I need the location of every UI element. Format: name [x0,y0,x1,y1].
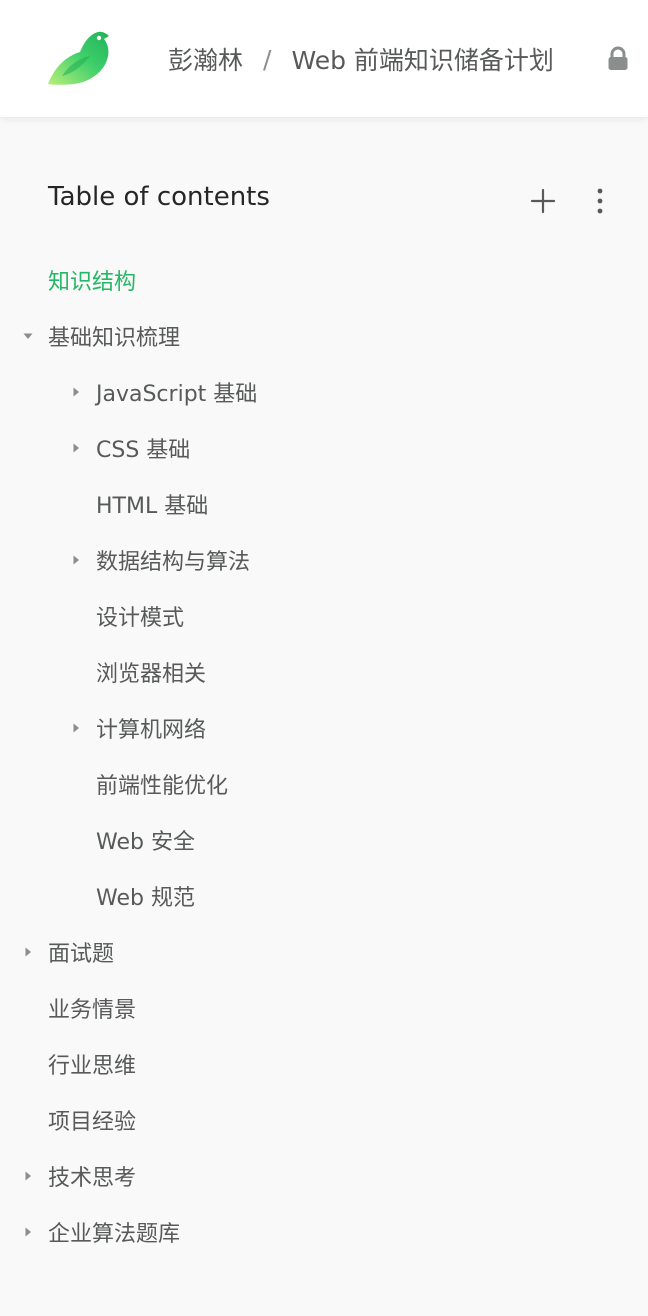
toc-item-label: 基础知识梳理 [48,326,181,351]
toc-item[interactable]: 前端性能优化 [0,756,648,812]
toc-item[interactable]: 基础知识梳理 [0,308,648,364]
plus-icon[interactable] [528,186,558,216]
breadcrumb: 彭瀚林 / Web 前端知识储备计划 [168,40,554,78]
toc-item[interactable]: 业务情景 [0,980,648,1036]
toc-item-label: 技术思考 [48,1166,137,1191]
toc-item[interactable]: JavaScript 基础 [0,364,648,420]
caret-right-icon[interactable] [22,1170,34,1182]
toc-item[interactable]: CSS 基础 [0,420,648,476]
caret-down-icon[interactable] [22,330,34,342]
toc-item-label: 知识结构 [48,270,137,295]
caret-right-icon[interactable] [22,1226,34,1238]
more-vertical-icon[interactable] [588,184,612,218]
toc-item[interactable]: 行业思维 [0,1036,648,1092]
caret-right-icon[interactable] [70,722,82,734]
top-bar: 彭瀚林 / Web 前端知识储备计划 [0,0,648,118]
toc-item[interactable]: HTML 基础 [0,476,648,532]
toc-item-label: Web 安全 [96,830,195,855]
toc-title: Table of contents [48,182,270,212]
toc-item-label: 数据结构与算法 [96,550,251,575]
toc-item-label: 设计模式 [96,606,185,631]
toc-item[interactable]: 企业算法题库 [0,1204,648,1260]
caret-right-icon[interactable] [22,946,34,958]
toc-item-label: JavaScript 基础 [96,382,258,407]
toc-item-label: 前端性能优化 [96,774,229,799]
toc-item[interactable]: 计算机网络 [0,700,648,756]
toc-item[interactable]: Web 安全 [0,812,648,868]
toc-item-label: 面试题 [48,942,115,967]
bird-logo-icon[interactable] [44,26,114,90]
toc-item[interactable]: 技术思考 [0,1148,648,1204]
toc-item[interactable]: 知识结构 [0,252,648,308]
toc-item[interactable]: 面试题 [0,924,648,980]
breadcrumb-user-link[interactable]: 彭瀚林 [168,41,243,77]
toc-item-label: 企业算法题库 [48,1222,181,1247]
breadcrumb-separator: / [263,44,272,74]
caret-right-icon[interactable] [70,554,82,566]
toc-item[interactable]: 项目经验 [0,1092,648,1148]
toc-item-label: 行业思维 [48,1054,137,1079]
toc-item-label: 项目经验 [48,1110,137,1135]
toc-item[interactable]: Web 规范 [0,868,648,924]
toc-item[interactable]: 浏览器相关 [0,644,648,700]
toc-header: Table of contents [48,178,618,222]
toc-item-label: 计算机网络 [96,718,207,743]
toc-item-label: 浏览器相关 [96,662,207,687]
toc-item[interactable]: 数据结构与算法 [0,532,648,588]
toc-item-label: CSS 基础 [96,438,191,463]
caret-right-icon[interactable] [70,442,82,454]
toc-list: 知识结构基础知识梳理 JavaScript 基础 CSS 基础 HTML 基础数据结构… [0,252,648,1260]
caret-right-icon[interactable] [70,386,82,398]
toc-item-label: Web 规范 [96,886,195,911]
lock-icon [606,46,630,72]
toc-item[interactable]: 设计模式 [0,588,648,644]
breadcrumb-book-link[interactable]: Web 前端知识储备计划 [291,41,553,77]
toc-item-label: HTML 基础 [96,494,209,519]
toc-item-label: 业务情景 [48,998,137,1023]
